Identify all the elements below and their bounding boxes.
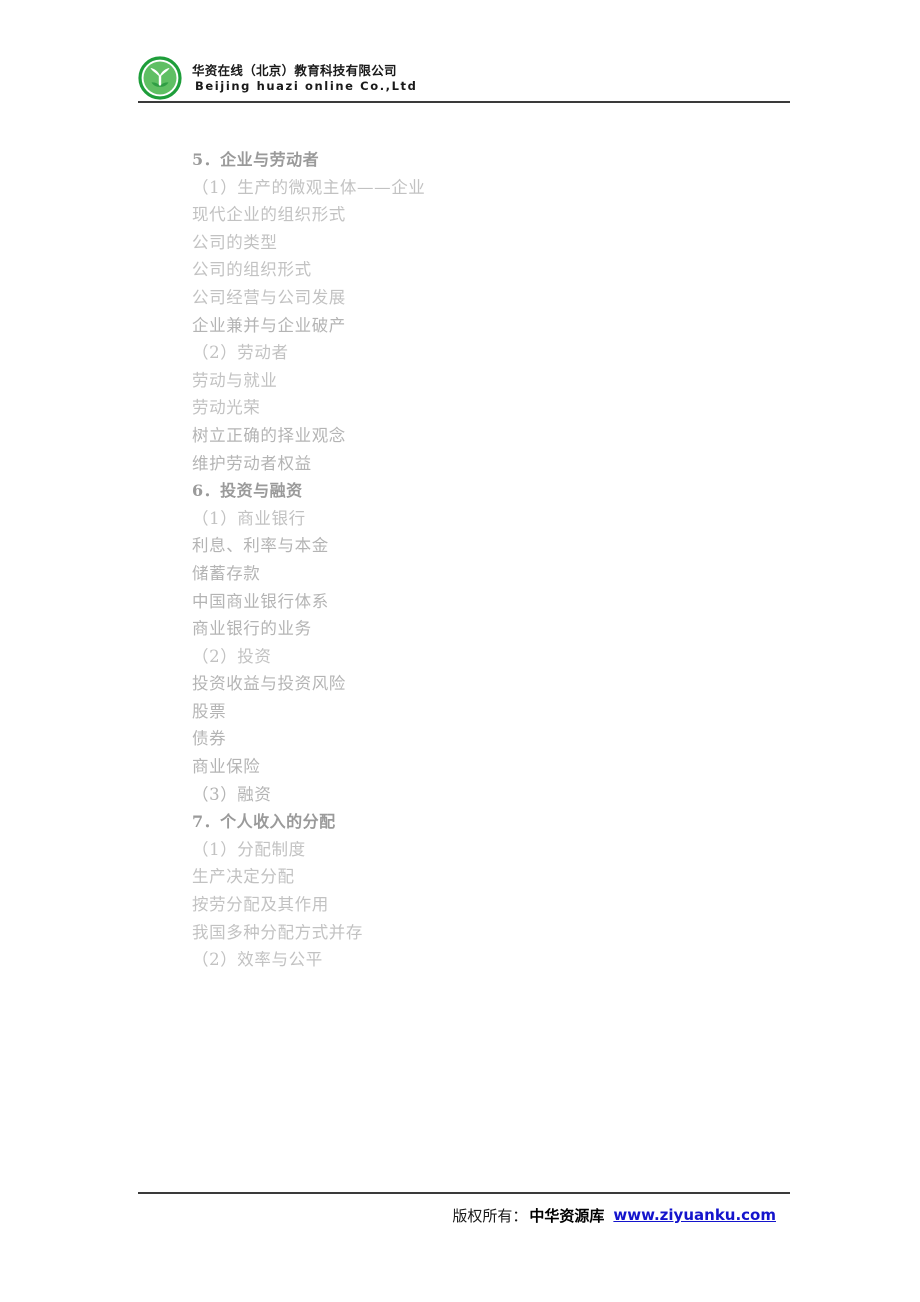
- outline-heading: 6．投资与融资: [192, 481, 303, 501]
- outline-item: 树立正确的择业观念: [192, 425, 346, 445]
- outline-item: 公司的类型: [192, 232, 278, 252]
- outline-item: （2）投资: [192, 646, 272, 666]
- outline-item: 商业银行的业务: [192, 619, 312, 639]
- outline-item: 生产决定分配: [192, 867, 295, 887]
- outline-item: 公司经营与公司发展: [192, 287, 346, 307]
- outline-heading: 7．个人收入的分配: [192, 812, 336, 832]
- outline-item: 公司的组织形式: [192, 260, 312, 280]
- copyright-organization: 中华资源库: [529, 1206, 605, 1225]
- outline-item: 债券: [192, 729, 227, 749]
- outline-item: （2）效率与公平: [192, 950, 323, 970]
- outline-item: 利息、利率与本金: [192, 536, 329, 556]
- outline-item: （1）生产的微观主体——企业: [192, 177, 426, 197]
- page-header: 华资在线（北京）教育科技有限公司 Beijing huazi online Co…: [138, 54, 790, 102]
- outline-item: 劳动与就业: [192, 370, 278, 390]
- outline-item: （2）劳动者: [192, 343, 289, 363]
- outline-item: 按劳分配及其作用: [192, 895, 329, 915]
- outline-item: 商业保险: [192, 757, 261, 777]
- outline-item: （1）分配制度: [192, 839, 306, 859]
- outline-item: 我国多种分配方式并存: [192, 922, 363, 942]
- footer-divider: [138, 1192, 790, 1194]
- company-name-cn: 华资在线（北京）教育科技有限公司: [192, 63, 397, 78]
- company-logo-icon: [138, 56, 182, 100]
- outline-item: 股票: [192, 701, 227, 721]
- outline-item: 中国商业银行体系: [192, 591, 329, 611]
- outline-item: 劳动光荣: [192, 398, 261, 418]
- copyright-label: 版权所有：: [452, 1206, 528, 1225]
- company-name-block: 华资在线（北京）教育科技有限公司 Beijing huazi online Co…: [192, 63, 417, 93]
- company-name-en: Beijing huazi online Co.,Ltd: [195, 78, 418, 93]
- outline-content: 5．企业与劳动者 （1）生产的微观主体——企业 现代企业的组织形式 公司的类型 …: [192, 146, 732, 974]
- page-footer: 版权所有： 中华资源库 www.ziyuanku.com: [138, 1200, 790, 1230]
- document-page: 华资在线（北京）教育科技有限公司 Beijing huazi online Co…: [0, 0, 920, 1302]
- outline-item: （1）商业银行: [192, 508, 306, 528]
- outline-item: 现代企业的组织形式: [192, 205, 346, 225]
- outline-heading: 5．企业与劳动者: [192, 150, 320, 169]
- website-url-link[interactable]: www.ziyuanku.com: [613, 1206, 776, 1224]
- outline-item: 企业兼并与企业破产: [192, 315, 346, 335]
- header-divider: [138, 101, 790, 103]
- outline-item: 储蓄存款: [192, 563, 261, 583]
- outline-item: （3）融资: [192, 784, 272, 804]
- outline-item: 投资收益与投资风险: [192, 674, 346, 694]
- outline-item: 维护劳动者权益: [192, 453, 312, 473]
